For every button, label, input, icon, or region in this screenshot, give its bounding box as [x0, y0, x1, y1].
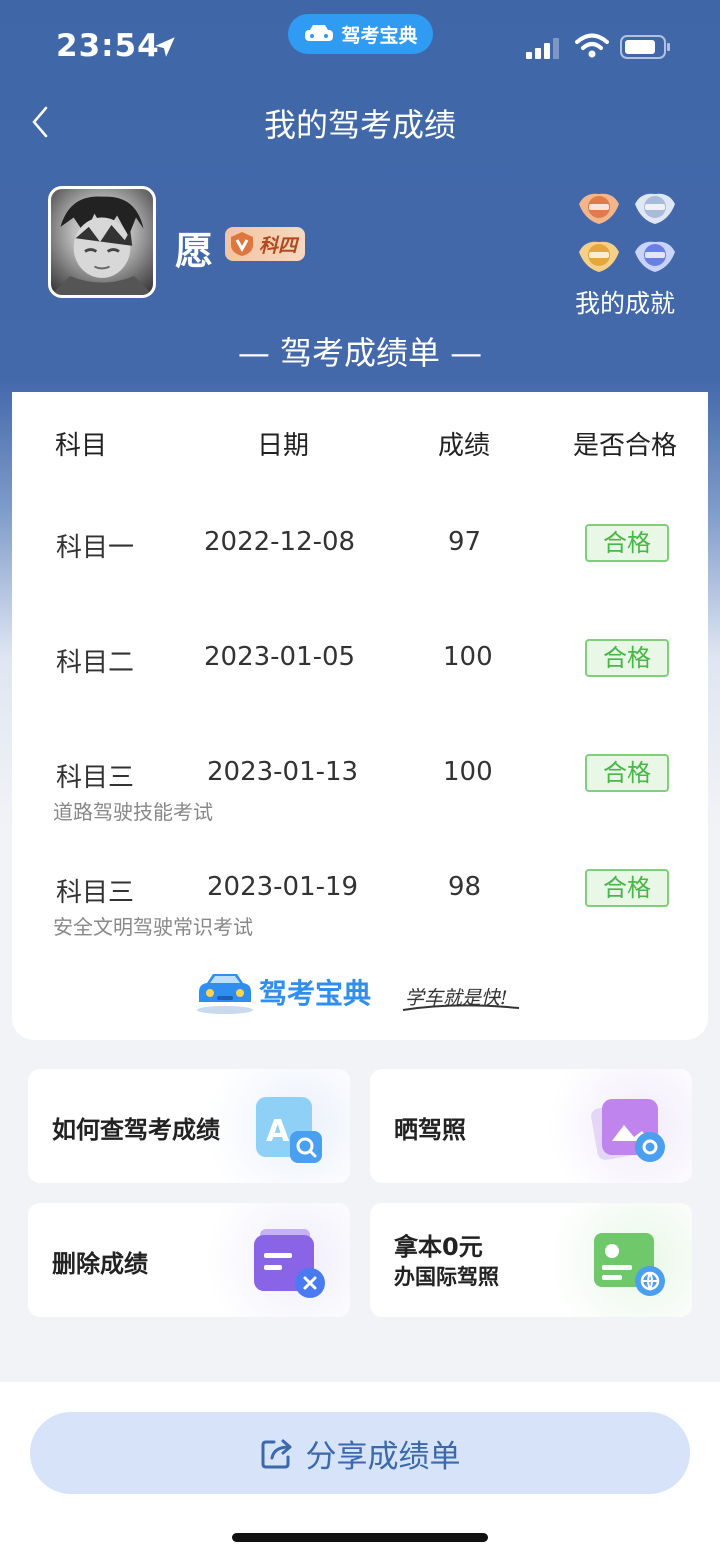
photo-camera-icon — [591, 1099, 665, 1162]
car-icon — [305, 25, 334, 41]
pass-badge: 合格 — [585, 869, 669, 907]
app-pill-label: 驾考宝典 — [341, 24, 418, 47]
status-time: 23:54 — [56, 28, 160, 64]
share-button-label: 分享成绩单 — [305, 1438, 461, 1475]
page-title: 我的驾考成绩 — [263, 106, 456, 144]
international-license-tile[interactable]: 拿本0元 办国际驾照 — [370, 1203, 692, 1317]
location-arrow-icon — [155, 37, 175, 57]
row-subject: 科目二 — [56, 648, 135, 678]
achievement-medals-icon[interactable] — [577, 190, 681, 274]
delete-document-icon — [254, 1229, 325, 1298]
achievement-label[interactable]: 我的成就 — [575, 284, 675, 320]
tile-label: 晒驾照 — [394, 1116, 466, 1144]
avatar[interactable] — [48, 186, 156, 298]
column-header-score: 成绩 — [438, 431, 491, 461]
row-score: 97 — [448, 527, 482, 557]
user-name: 愿 — [175, 229, 214, 273]
column-header-date: 日期 — [257, 431, 310, 461]
row-date: 2023-01-05 — [204, 642, 356, 672]
row-note: 安全文明驾驶常识考试 — [53, 915, 253, 939]
share-report-button[interactable]: 分享成绩单 — [30, 1412, 690, 1494]
search-document-icon: A — [256, 1097, 322, 1163]
row-score: 98 — [448, 872, 482, 902]
tile-label-line2: 办国际驾照 — [394, 1265, 499, 1289]
delete-score-tile[interactable]: 删除成绩 — [28, 1203, 350, 1317]
tile-label: 删除成绩 — [52, 1250, 148, 1278]
level-badge: 科四 — [225, 227, 305, 261]
tile-label-line1: 拿本0元 — [394, 1233, 483, 1261]
show-license-tile[interactable]: 晒驾照 — [370, 1069, 692, 1183]
column-header-result: 是否合格 — [573, 431, 678, 461]
share-icon — [261, 1439, 291, 1469]
level-badge-label: 科四 — [259, 234, 298, 257]
how-to-check-score-tile[interactable]: 如何查驾考成绩 A — [28, 1069, 350, 1183]
tile-label: 如何查驾考成绩 — [52, 1116, 220, 1144]
vip-shield-icon — [231, 232, 253, 256]
brand-name: 驾考宝典 — [259, 977, 371, 1010]
brand-car-icon — [197, 974, 253, 1014]
status-bar: 23:54 驾考宝典 — [0, 0, 720, 92]
row-date: 2022-12-08 — [204, 527, 356, 557]
row-subject: 科目三 — [56, 763, 135, 793]
row-score: 100 — [443, 757, 493, 787]
pass-badge: 合格 — [585, 754, 669, 792]
column-header-subject: 科目 — [55, 431, 108, 461]
row-date: 2023-01-19 — [207, 872, 359, 902]
row-subject: 科目一 — [56, 533, 135, 563]
brand-logo: 驾考宝典 学车就是快! — [197, 974, 520, 1014]
row-subject: 科目三 — [56, 878, 135, 908]
row-score: 100 — [443, 642, 493, 672]
app-pill[interactable]: 驾考宝典 — [288, 14, 433, 54]
home-indicator — [232, 1533, 488, 1542]
row-date: 2023-01-13 — [207, 757, 359, 787]
report-title: — 驾考成绩单 — — [237, 334, 483, 372]
avatar-image — [51, 196, 153, 295]
row-note: 道路驾驶技能考试 — [53, 800, 213, 824]
pass-badge: 合格 — [585, 524, 669, 562]
svg-text:A: A — [266, 1114, 290, 1149]
signal-icon — [526, 38, 559, 59]
wifi-icon — [575, 33, 609, 58]
id-card-globe-icon — [594, 1233, 665, 1296]
score-report-card — [12, 392, 708, 1040]
battery-icon — [620, 35, 670, 59]
pass-badge: 合格 — [585, 639, 669, 677]
